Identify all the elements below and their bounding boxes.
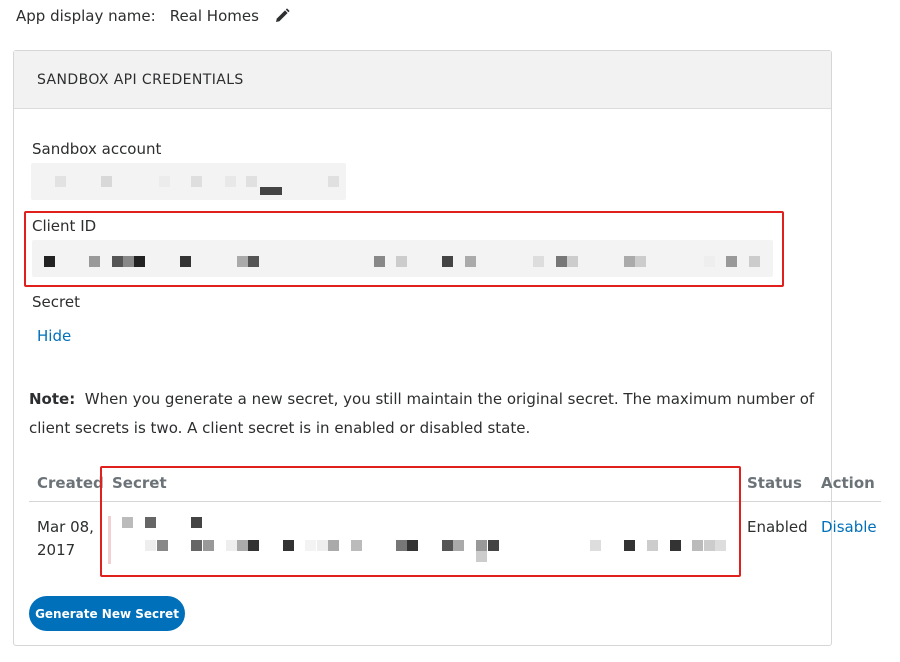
- note-text: Note: When you generate a new secret, yo…: [29, 385, 819, 443]
- hide-secret-link[interactable]: Hide: [37, 327, 71, 345]
- note-prefix: Note:: [29, 390, 76, 408]
- sandbox-account-value: [31, 163, 346, 200]
- app-display-name: App display name: Real Homes: [16, 7, 291, 25]
- note-body: When you generate a new secret, you stil…: [29, 390, 815, 437]
- secret-highlight: [100, 466, 741, 577]
- secret-status: Enabled: [747, 518, 808, 536]
- panel-title: SANDBOX API CREDENTIALS: [14, 51, 831, 109]
- column-header-created: Created: [37, 474, 104, 492]
- client-id-highlight: [24, 211, 784, 287]
- app-display-name-label: App display name:: [16, 7, 156, 25]
- pencil-icon[interactable]: [273, 7, 291, 25]
- column-header-status: Status: [747, 474, 802, 492]
- secret-label: Secret: [32, 293, 80, 311]
- disable-secret-link[interactable]: Disable: [821, 516, 877, 539]
- sandbox-account-label: Sandbox account: [32, 140, 162, 158]
- generate-new-secret-button[interactable]: Generate New Secret: [29, 596, 185, 631]
- secret-created-date: Mar 08, 2017: [37, 518, 94, 559]
- column-header-action: Action: [821, 474, 875, 492]
- app-display-name-value: Real Homes: [169, 7, 259, 25]
